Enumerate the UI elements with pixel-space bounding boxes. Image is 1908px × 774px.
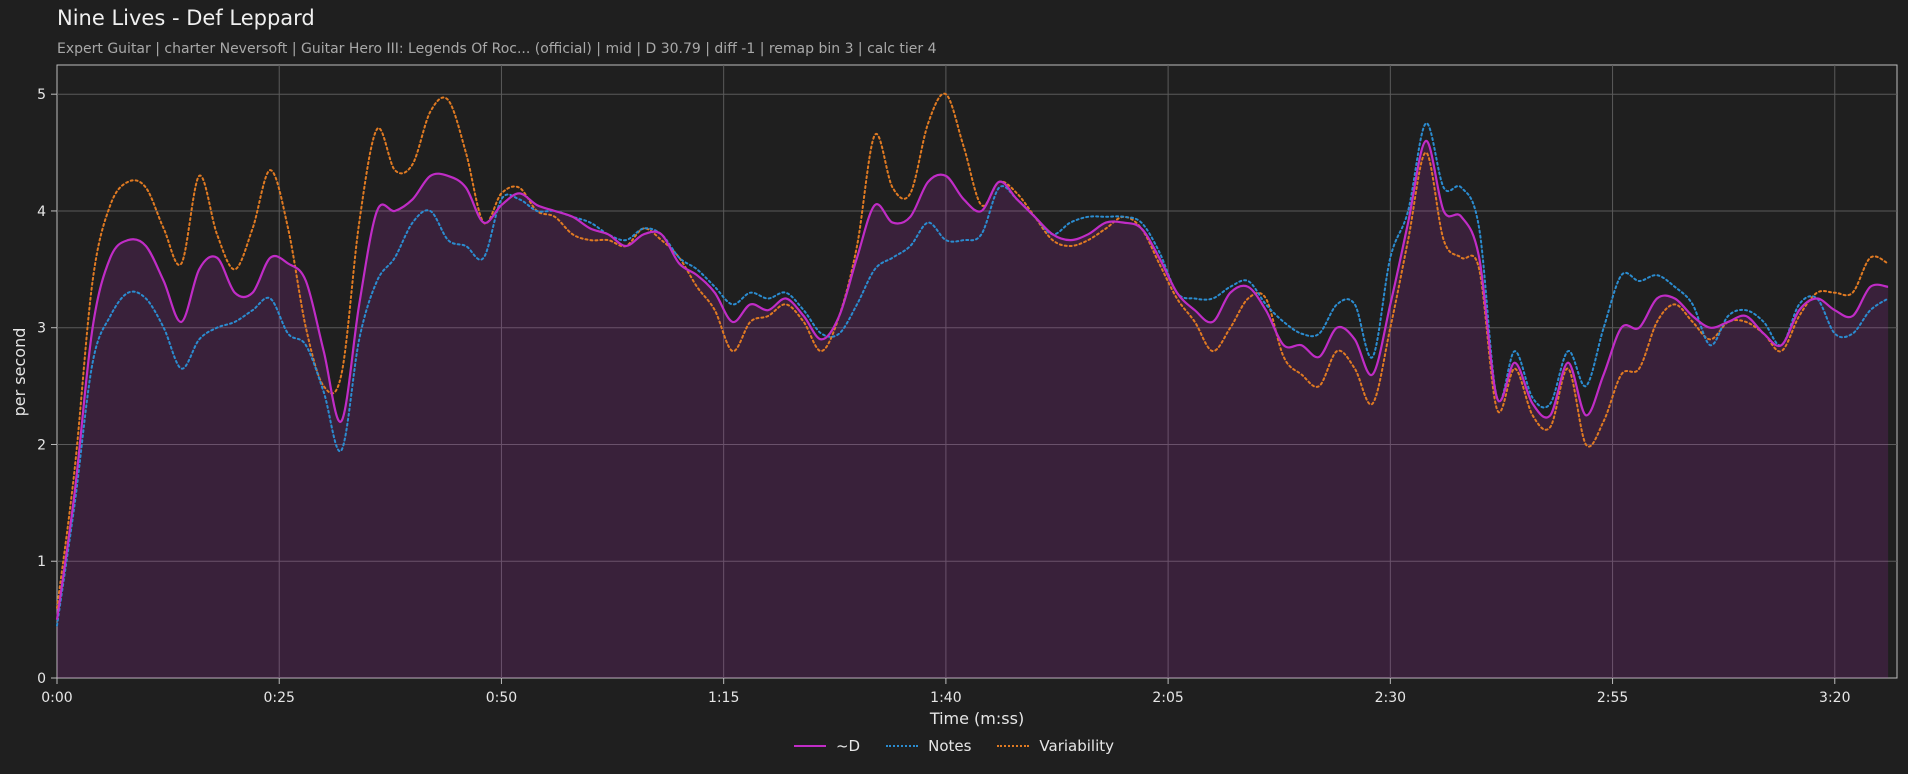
x-tick-label: 0:25 xyxy=(263,690,294,706)
x-tick-label: 2:30 xyxy=(1375,690,1406,706)
y-tick-label: 2 xyxy=(37,437,46,453)
y-axis-ticks: 0 1 2 3 4 5 xyxy=(37,87,57,687)
y-tick-label: 1 xyxy=(37,554,46,570)
y-tick-label: 0 xyxy=(37,671,46,687)
legend-label: Variability xyxy=(1039,737,1115,755)
x-tick-label: 0:50 xyxy=(486,690,517,706)
legend-item: Variability xyxy=(997,737,1114,755)
legend-item: ~D xyxy=(793,737,861,755)
legend-label: ~D xyxy=(835,737,861,755)
legend-item: Notes xyxy=(886,737,971,755)
y-tick-label: 3 xyxy=(37,321,46,337)
legend-swatch xyxy=(793,745,826,747)
legend-label: Notes xyxy=(928,737,972,755)
x-tick-label: 2:55 xyxy=(1597,690,1628,706)
x-tick-label: 2:05 xyxy=(1152,690,1183,706)
line-chart: 0:00 0:25 0:50 1:15 1:40 2:05 2:30 2:55 3:20 0 1 2… xyxy=(10,64,1898,728)
y-axis-label: per second xyxy=(10,328,29,417)
y-tick-label: 5 xyxy=(37,87,46,103)
legend-swatch xyxy=(886,745,919,747)
x-tick-label: 0:00 xyxy=(41,690,72,706)
x-tick-label: 1:40 xyxy=(930,690,961,706)
y-tick-label: 4 xyxy=(37,204,46,220)
legend-swatch xyxy=(997,745,1030,747)
x-axis-label: Time (m:ss) xyxy=(929,709,1024,728)
legend: ~D Notes Variability xyxy=(0,737,1908,755)
x-axis-ticks: 0:00 0:25 0:50 1:15 1:40 2:05 2:30 2:55 3:20 xyxy=(41,678,1851,706)
x-tick-label: 1:15 xyxy=(708,690,739,706)
x-tick-label: 3:20 xyxy=(1819,690,1850,706)
